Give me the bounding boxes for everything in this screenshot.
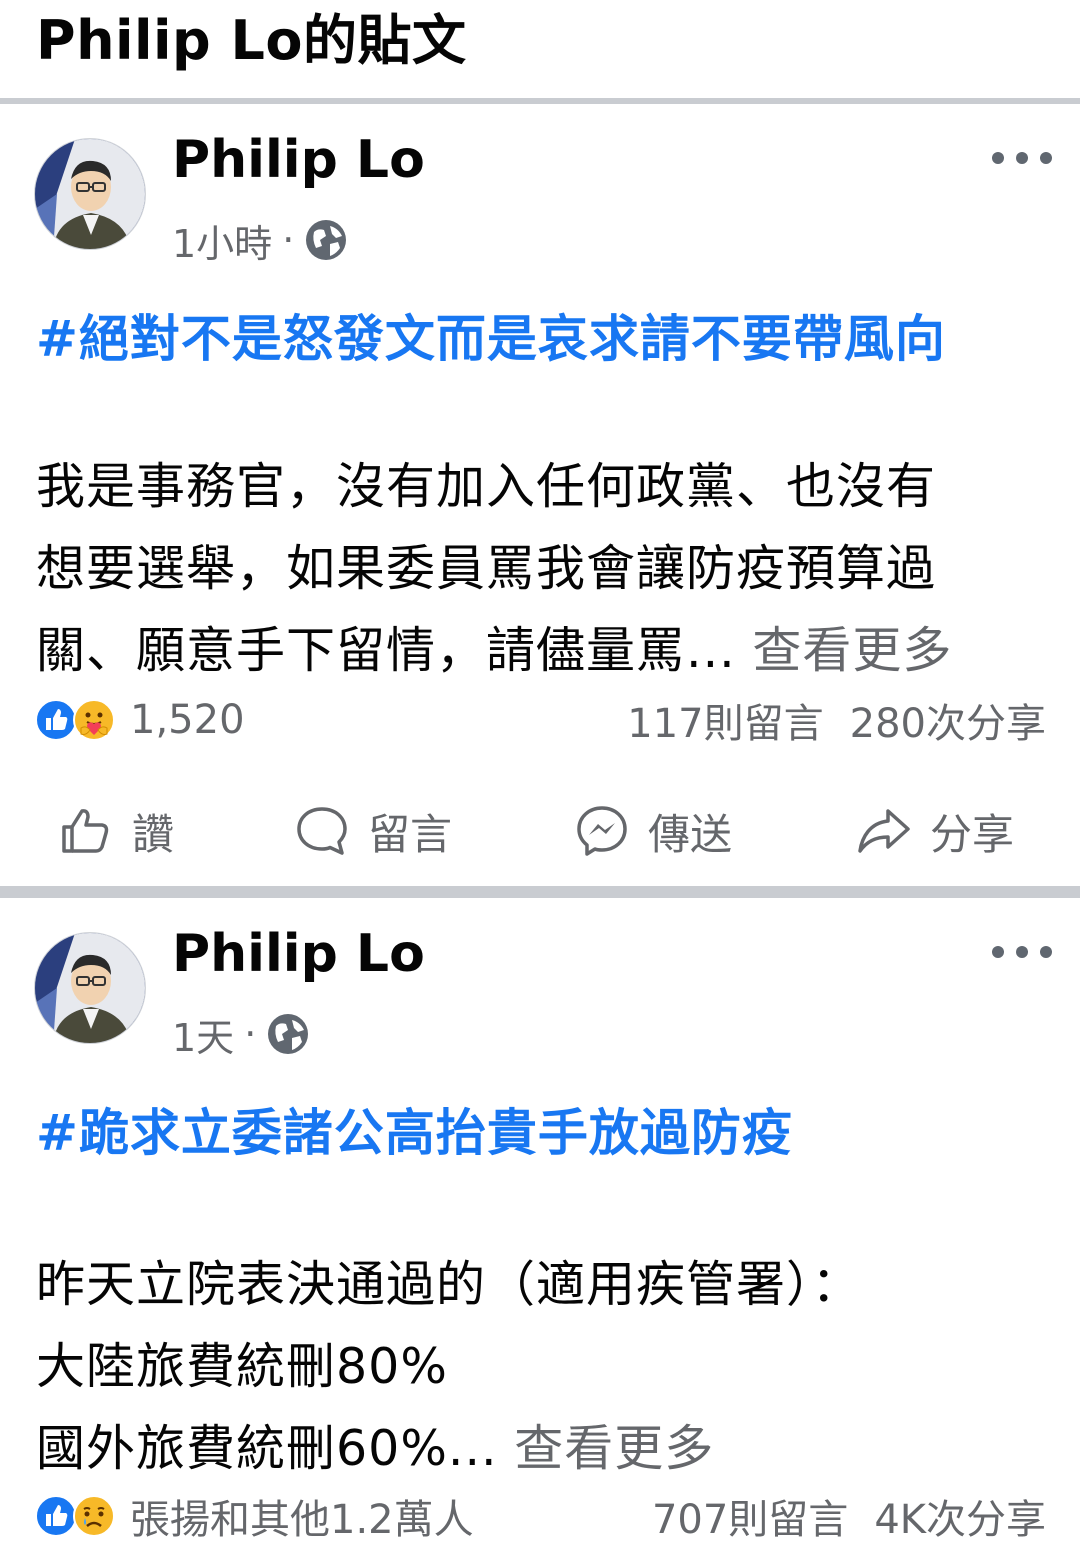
engagement-counts: 117則留言 280次分享 [627, 691, 1046, 749]
see-more-link[interactable]: 查看更多 [752, 622, 952, 679]
page-title: Philip Lo的貼文 [36, 9, 467, 72]
action-bar: 讚 留言 傳送 分享 [0, 786, 1080, 876]
author-name[interactable]: Philip Lo [172, 920, 425, 988]
post-body: 昨天立院表決通過的（適用疾管署）： 大陸旅費統刪80% 國外旅費統刪60%...… [36, 1244, 1046, 1490]
sad-icon [72, 1494, 116, 1538]
comment-count[interactable]: 117則留言 [627, 691, 823, 749]
messenger-icon [577, 806, 627, 856]
share-button[interactable]: 分享 [856, 791, 1014, 871]
comment-bubble-icon [297, 807, 347, 855]
post-body-line: 國外旅費統刪60%... 查看更多 [36, 1408, 1046, 1490]
post-body-line: 我是事務官，沒有加入任何政黨、也沒有 [36, 458, 937, 515]
meta-separator: · [282, 218, 295, 262]
post-body-line-text: 關、願意手下留情，請儘量罵... [36, 622, 736, 679]
dot-icon [992, 946, 1004, 958]
globe-icon [266, 1012, 310, 1056]
send-button[interactable]: 傳送 [574, 791, 732, 871]
post-meta: 1小時 · [172, 212, 348, 268]
avatar[interactable] [34, 138, 146, 250]
comment-count[interactable]: 707則留言 [652, 1487, 848, 1545]
share-label: 分享 [930, 809, 1015, 859]
care-icon [72, 698, 116, 742]
post-time[interactable]: 1小時 [172, 213, 272, 268]
author-name[interactable]: Philip Lo [172, 126, 425, 194]
engagement-counts: 707則留言 4K次分享 [652, 1487, 1046, 1545]
meta-separator: · [244, 1012, 257, 1056]
post-body-line: 大陸旅費統刪80% [36, 1338, 448, 1395]
hashtag-link[interactable]: #絕對不是怒發文而是哀求請不要帶風向 [36, 304, 946, 374]
post-body-line: 想要選舉，如果委員罵我會讓防疫預算過 [36, 540, 937, 597]
page-header: Philip Lo的貼文 [0, 0, 1080, 98]
see-more-link[interactable]: 查看更多 [514, 1420, 714, 1477]
dot-icon [992, 152, 1004, 164]
post-meta: 1天 · [172, 1006, 310, 1062]
share-count[interactable]: 280次分享 [850, 691, 1046, 749]
reactions-summary[interactable]: 張揚和其他1.2萬人 [34, 1487, 474, 1545]
thumbs-up-icon [62, 809, 109, 853]
post-body-line-text: 國外旅費統刪60%... [36, 1420, 498, 1477]
share-arrow-icon [858, 809, 910, 853]
post-time[interactable]: 1天 [172, 1007, 234, 1062]
reaction-count[interactable]: 1,520 [130, 697, 245, 743]
send-label: 傳送 [648, 809, 733, 859]
post-stats: 1,520 117則留言 280次分享 [34, 690, 1046, 750]
hashtag-link[interactable]: #跪求立委諸公高抬貴手放過防疫 [36, 1098, 793, 1168]
dot-icon [1040, 946, 1052, 958]
like-button[interactable]: 讚 [58, 791, 174, 871]
dot-icon [1040, 152, 1052, 164]
comment-button[interactable]: 留言 [294, 791, 452, 871]
share-count[interactable]: 4K次分享 [874, 1487, 1046, 1545]
reactions-summary[interactable]: 1,520 [34, 697, 245, 743]
comment-label: 留言 [368, 809, 453, 859]
like-label: 讚 [132, 809, 175, 859]
avatar[interactable] [34, 932, 146, 1044]
post-body: 我是事務官，沒有加入任何政黨、也沒有 想要選舉，如果委員罵我會讓防疫預算過 關、… [36, 446, 1046, 692]
post-body-line: 關、願意手下留情，請儘量罵... 查看更多 [36, 610, 1046, 692]
more-options-button[interactable] [992, 138, 1052, 178]
globe-icon [304, 218, 348, 262]
post-card: Philip Lo 1天 · #跪求立委諸公高抬貴手放過防疫 昨天立院表決通過的… [0, 898, 1080, 1561]
divider [0, 886, 1080, 898]
more-options-button[interactable] [992, 932, 1052, 972]
dot-icon [1016, 152, 1028, 164]
post-stats: 張揚和其他1.2萬人 707則留言 4K次分享 [34, 1486, 1046, 1546]
dot-icon [1016, 946, 1028, 958]
post-body-line: 昨天立院表決通過的（適用疾管署）： [36, 1256, 862, 1313]
post-card: Philip Lo 1小時 · #絕對不是怒發文而是哀求請不要帶風向 我是事務官… [0, 104, 1080, 886]
reaction-count[interactable]: 張揚和其他1.2萬人 [130, 1487, 474, 1545]
